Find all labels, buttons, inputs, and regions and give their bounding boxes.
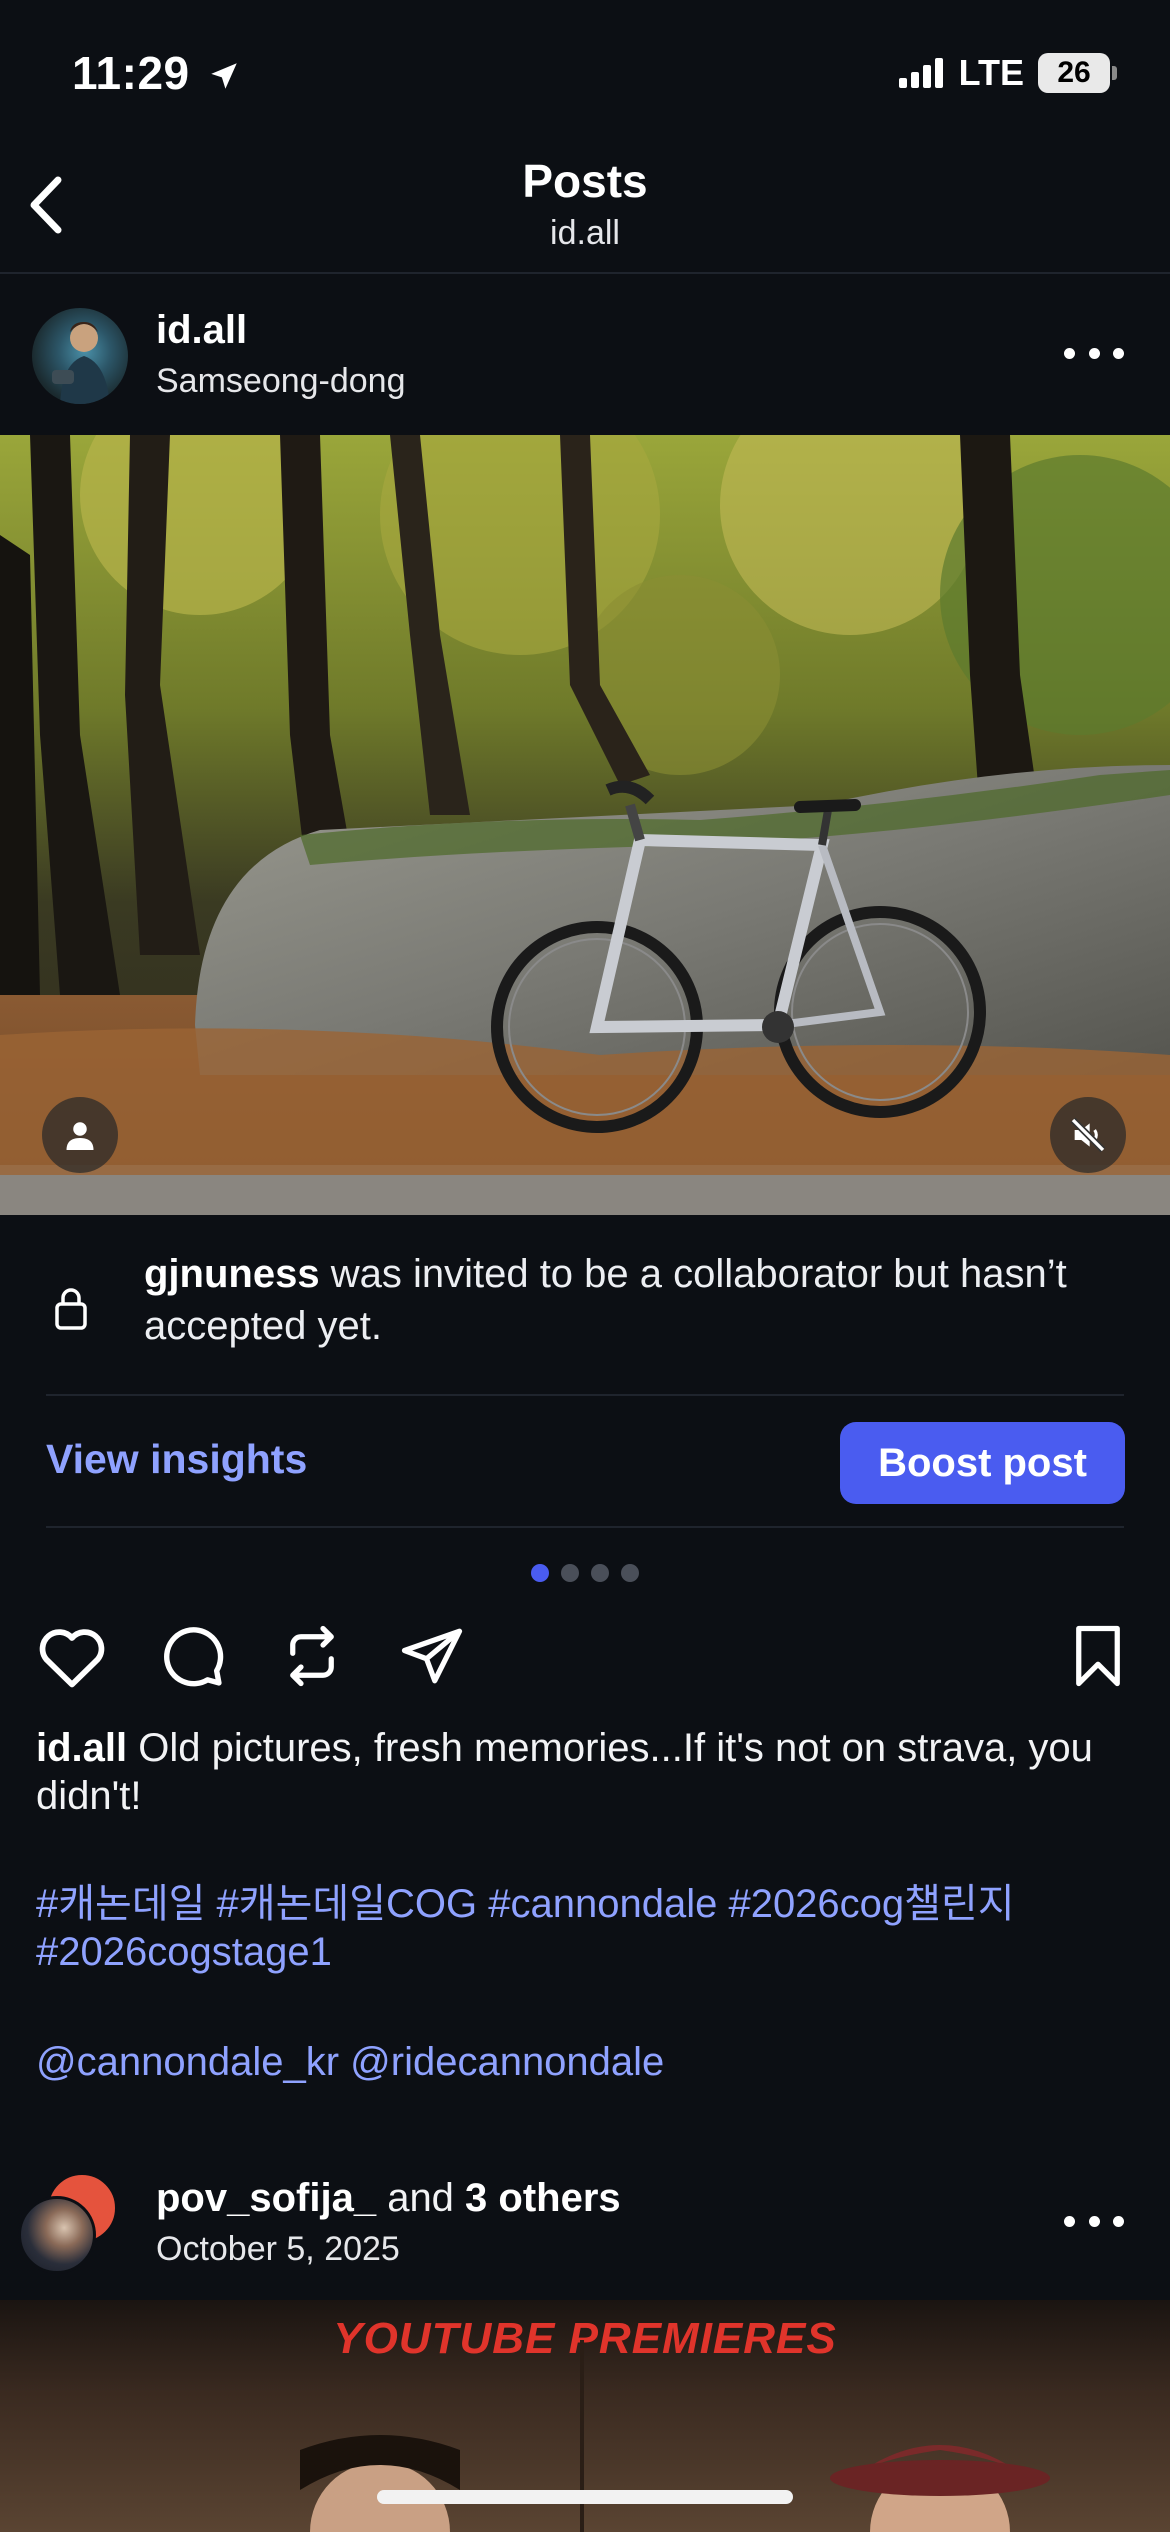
network-type: LTE <box>958 52 1024 93</box>
dot <box>1113 347 1124 359</box>
post-caption: id.all Old pictures, fresh memories...If… <box>36 1724 1136 1820</box>
carousel-indicator <box>0 1564 1170 1582</box>
save-button[interactable] <box>1060 1618 1136 1694</box>
home-indicator[interactable] <box>377 2490 793 2504</box>
dot <box>1064 2215 1075 2227</box>
avatar[interactable] <box>32 308 128 404</box>
post-username[interactable]: id.all <box>156 308 247 353</box>
comment-button[interactable] <box>154 1618 230 1694</box>
carousel-dot-active <box>531 1564 549 1582</box>
more-options-button[interactable] <box>1064 338 1124 368</box>
post-image[interactable] <box>0 435 1170 1215</box>
page-title: Posts <box>522 155 648 207</box>
location-arrow-icon <box>211 63 237 89</box>
dot <box>1088 347 1100 359</box>
collaborator-notice: gjnuness was invited to be a collaborato… <box>144 1248 1094 1352</box>
repost-button[interactable] <box>274 1618 350 1694</box>
post-location[interactable]: Samseong-dong <box>156 362 406 401</box>
speaker-muted-icon <box>1070 1117 1106 1153</box>
like-button[interactable] <box>34 1618 110 1694</box>
mute-button[interactable] <box>1050 1097 1126 1173</box>
send-icon <box>401 1628 463 1684</box>
caption-text: Old pictures, fresh memories...If it's n… <box>36 1726 1093 1818</box>
signal-icon <box>898 58 943 88</box>
caption-username[interactable]: id.all <box>36 1726 127 1770</box>
carousel-dot <box>561 1564 579 1582</box>
header-divider <box>0 272 1170 274</box>
next-post-users[interactable]: pov_sofija_ and 3 others <box>156 2176 621 2221</box>
carousel-dot <box>621 1564 639 1582</box>
status-indicators: LTE 26 <box>898 52 1117 94</box>
lock-icon <box>54 1286 88 1335</box>
hashtags[interactable]: #캐논데일 #캐논데일COG #cannondale #2026cog챌린지 #… <box>36 1880 1136 1976</box>
avatar[interactable] <box>18 2196 96 2274</box>
dot <box>1088 2215 1100 2227</box>
dot <box>1064 347 1075 359</box>
person-icon <box>66 1122 94 1150</box>
comment-icon <box>164 1627 224 1687</box>
heart-icon <box>39 1629 105 1688</box>
view-insights-link[interactable]: View insights <box>46 1436 307 1483</box>
repost-icon <box>290 1625 334 1687</box>
mentions[interactable]: @cannondale_kr @ridecannondale <box>36 2038 1136 2086</box>
share-button[interactable] <box>394 1618 470 1694</box>
next-post-date: October 5, 2025 <box>156 2230 400 2268</box>
status-time: 11:29 <box>72 46 241 100</box>
page-subtitle: id.all <box>550 214 620 252</box>
collaborator-username[interactable]: gjnuness <box>144 1252 320 1296</box>
dot <box>1113 2215 1124 2227</box>
section-divider <box>46 1526 1124 1528</box>
more-options-button[interactable] <box>1064 2206 1124 2236</box>
boost-post-button[interactable]: Boost post <box>840 1422 1125 1504</box>
battery-icon: 26 <box>1038 53 1117 93</box>
tagged-people-button[interactable] <box>42 1097 118 1173</box>
section-divider <box>46 1394 1124 1396</box>
bookmark-icon <box>1076 1625 1120 1687</box>
carousel-dot <box>591 1564 609 1582</box>
